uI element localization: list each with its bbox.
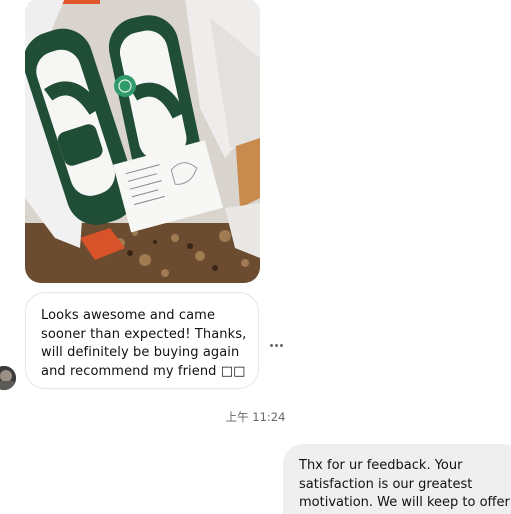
- photo-message[interactable]: [25, 0, 260, 283]
- more-options-button[interactable]: [266, 337, 286, 353]
- incoming-message-bubble[interactable]: Looks awesome and came sooner than expec…: [25, 292, 259, 389]
- shoe-box-photo: [25, 0, 260, 283]
- message-line: motivation. We will keep to offer: [299, 495, 510, 510]
- chat-thread: Looks awesome and came sooner than expec…: [0, 0, 511, 514]
- message-line: Looks awesome and came: [41, 308, 216, 323]
- timestamp: 上午 11:24: [225, 410, 286, 424]
- message-line: and recommend my friend □□: [41, 363, 246, 379]
- outgoing-message-bubble[interactable]: Thx for ur feedback. Your satisfaction i…: [283, 444, 511, 514]
- message-line: satisfaction is our greatest: [299, 476, 473, 492]
- message-line: will definitely be buying again: [41, 345, 240, 360]
- more-dot: [279, 343, 283, 347]
- avatar[interactable]: [0, 366, 16, 390]
- avatar-image: [0, 366, 16, 390]
- more-dot: [274, 343, 278, 347]
- more-horizontal-icon: [269, 343, 273, 347]
- message-line: Thx for ur feedback. Your: [299, 458, 463, 473]
- message-line: sooner than expected! Thanks,: [41, 326, 247, 342]
